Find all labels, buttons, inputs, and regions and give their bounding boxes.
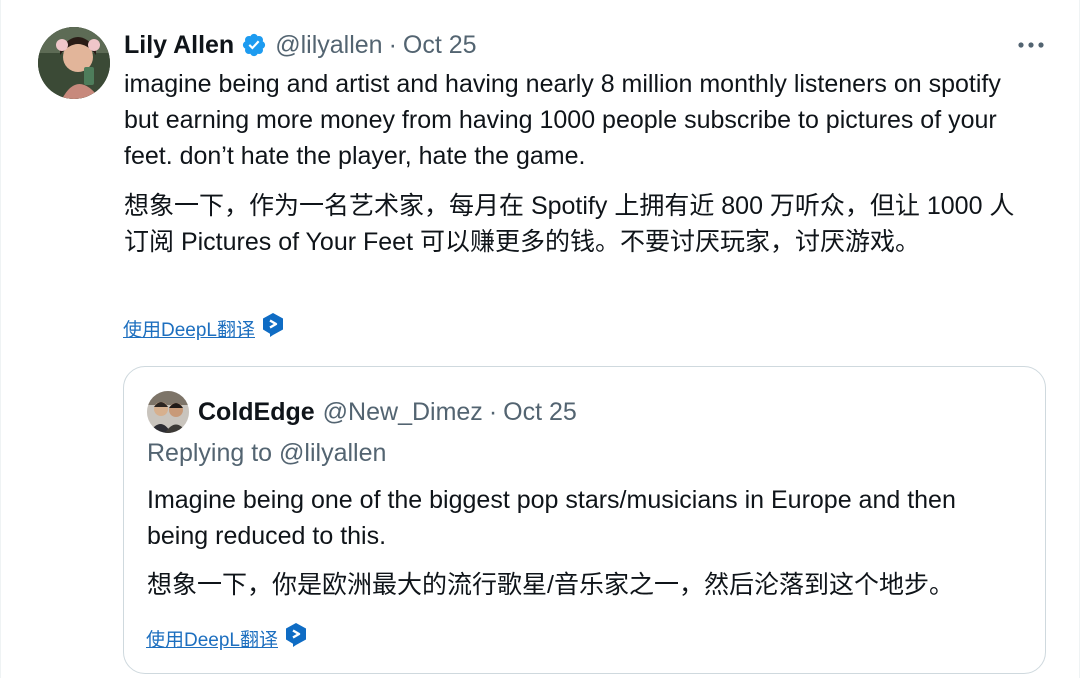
verified-badge-icon	[241, 32, 267, 58]
tweet-text: imagine being and artist and having near…	[124, 70, 1001, 170]
quoted-text: Imagine being one of the biggest pop sta…	[147, 486, 956, 550]
quoted-date[interactable]: Oct 25	[503, 398, 577, 427]
quoted-header-separator: ·	[488, 397, 498, 426]
author-name[interactable]: Lily Allen	[124, 31, 234, 60]
quoted-author-avatar[interactable]	[147, 391, 189, 433]
tweet-card: Lily Allen @lilyallen · Oct 25 imagine b…	[0, 0, 1080, 678]
header-separator: ·	[388, 30, 397, 59]
avatar-photo	[38, 27, 110, 99]
quoted-translation: 想象一下，你是欧洲最大的流行歌星/音乐家之一，然后沦落到这个地步。	[147, 571, 954, 599]
replying-to-label: Replying to	[147, 439, 273, 467]
author-avatar[interactable]	[38, 27, 110, 99]
more-options-icon[interactable]	[1013, 33, 1049, 57]
tweet-translation: 想象一下，作为一名艺术家，每月在 Spotify 上拥有近 800 万听众，但让…	[124, 192, 1015, 256]
tweet-date[interactable]: Oct 25	[403, 31, 477, 60]
quoted-author-name[interactable]: ColdEdge	[198, 398, 315, 427]
replying-to-line: Replying to @lilyallen	[147, 439, 386, 468]
quoted-avatar-photo	[147, 391, 189, 433]
quoted-author-handle[interactable]: @New_Dimez	[323, 398, 483, 427]
tweet-header: Lily Allen @lilyallen · Oct 25	[124, 28, 477, 62]
quoted-header: ColdEdge @New_Dimez · Oct 25	[198, 395, 577, 429]
quoted-deepl-translate-link[interactable]: 使用DeepL翻译	[146, 622, 308, 654]
quoted-tweet[interactable]: ColdEdge @New_Dimez · Oct 25 Replying to…	[123, 366, 1046, 674]
author-handle[interactable]: @lilyallen	[275, 31, 382, 60]
deepl-translate-link[interactable]: 使用DeepL翻译	[123, 312, 285, 344]
deepl-logo-icon	[261, 312, 285, 344]
quoted-deepl-translate-label[interactable]: 使用DeepL翻译	[146, 625, 278, 652]
replying-to-handle[interactable]: @lilyallen	[279, 439, 386, 467]
deepl-translate-label[interactable]: 使用DeepL翻译	[123, 315, 255, 342]
quoted-deepl-logo-icon	[284, 622, 308, 654]
